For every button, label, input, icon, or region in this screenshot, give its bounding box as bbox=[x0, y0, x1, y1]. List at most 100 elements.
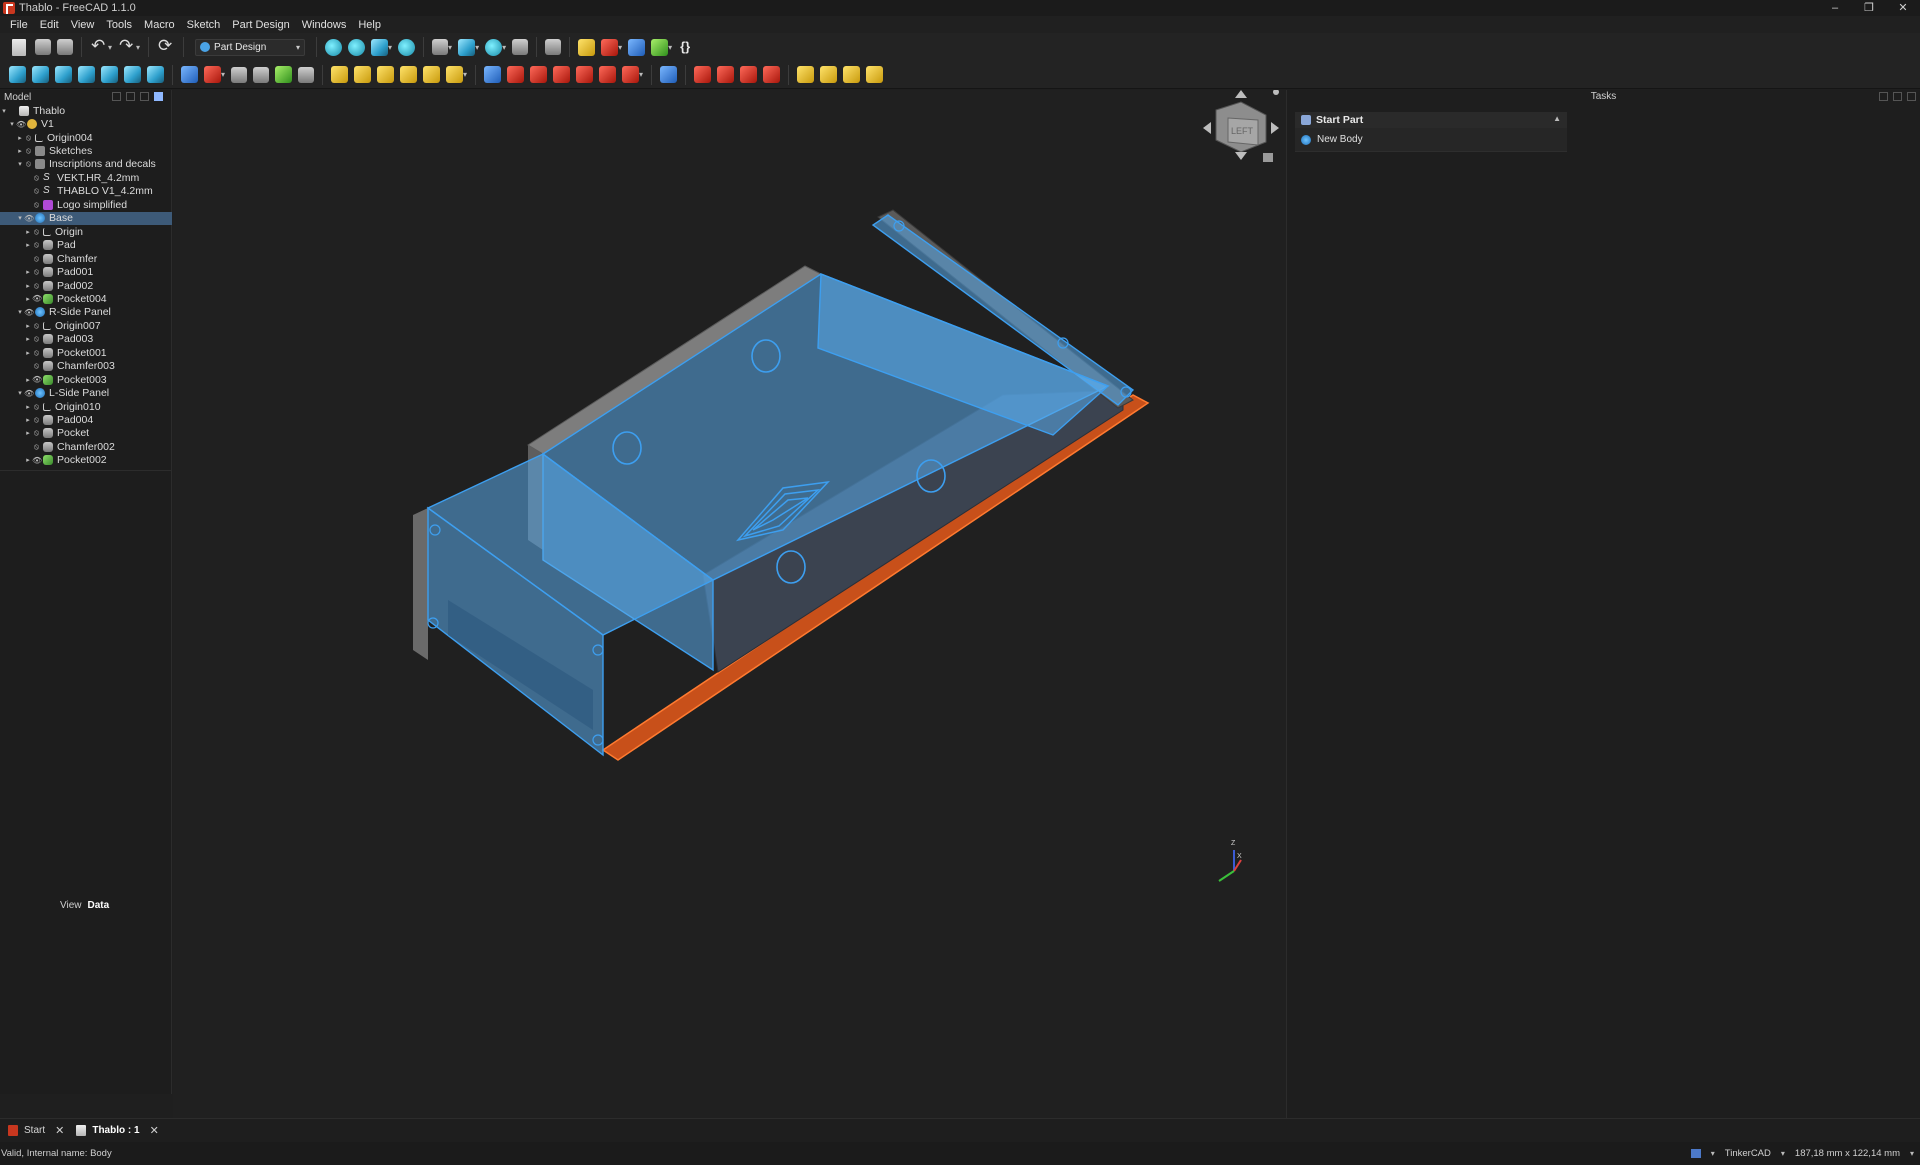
tree-item[interactable]: ⦸ Chamfer002 bbox=[0, 440, 172, 453]
linear-pattern-icon[interactable] bbox=[820, 66, 838, 83]
whats-this-icon[interactable] bbox=[545, 39, 562, 55]
panel-close-icon[interactable] bbox=[154, 92, 163, 101]
chamfer-icon[interactable] bbox=[717, 66, 735, 83]
python-console-icon[interactable] bbox=[678, 37, 696, 57]
polar-pattern-icon[interactable] bbox=[843, 66, 861, 83]
mirrored-icon[interactable] bbox=[797, 66, 815, 83]
draw-style-icon[interactable] bbox=[432, 39, 449, 55]
expand-toggle-icon[interactable]: ▸ bbox=[24, 429, 32, 437]
expand-toggle-icon[interactable]: ▸ bbox=[24, 349, 32, 357]
tree-item[interactable]: ⦸ Chamfer bbox=[0, 252, 172, 265]
navcube-menu-icon[interactable] bbox=[1273, 90, 1279, 95]
visibility-toggle-icon[interactable]: ⦸ bbox=[32, 173, 41, 183]
measure-icon[interactable] bbox=[485, 38, 503, 56]
visibility-toggle-icon[interactable]: ⦸ bbox=[32, 402, 41, 412]
create-sketch-icon[interactable] bbox=[204, 66, 221, 83]
new-body-action[interactable]: New Body bbox=[1295, 128, 1567, 152]
pocket-icon[interactable] bbox=[484, 66, 502, 83]
expand-toggle-icon[interactable]: ▸ bbox=[16, 147, 24, 155]
visibility-toggle-icon[interactable]: 👁 bbox=[32, 375, 42, 384]
expand-toggle-icon[interactable]: ▾ bbox=[8, 120, 16, 128]
pad-icon[interactable] bbox=[331, 66, 349, 83]
boolean-icon[interactable] bbox=[660, 66, 678, 83]
navcube-arrow-right-icon[interactable] bbox=[1271, 122, 1279, 134]
expand-toggle-icon[interactable]: ▸ bbox=[24, 228, 32, 236]
view-bottom-icon[interactable] bbox=[124, 66, 141, 83]
navigation-cube[interactable]: LEFT bbox=[1203, 90, 1279, 162]
tree-item[interactable]: ▾ Thablo bbox=[0, 104, 172, 117]
tab-start[interactable]: Start ✕ bbox=[2, 1120, 70, 1142]
tree-item[interactable]: ⦸ S THABLO V1_4.2mm bbox=[0, 185, 172, 198]
3d-viewport[interactable]: LEFT Z X bbox=[173, 90, 1286, 1118]
menu-view[interactable]: View bbox=[65, 19, 101, 31]
open-document-icon[interactable] bbox=[35, 39, 51, 55]
panel-close-icon[interactable] bbox=[1907, 92, 1916, 101]
tree-item[interactable]: ▸ ⦸ Origin007 bbox=[0, 319, 172, 332]
visibility-toggle-icon[interactable]: 👁 bbox=[24, 389, 34, 398]
fit-selection-icon[interactable] bbox=[348, 38, 366, 56]
visibility-toggle-icon[interactable]: ⦸ bbox=[32, 334, 41, 344]
link-icon[interactable] bbox=[651, 38, 669, 56]
expand-toggle-icon[interactable]: ▾ bbox=[16, 214, 24, 222]
panel-settings-icon[interactable] bbox=[126, 92, 135, 101]
refresh-icon[interactable] bbox=[157, 36, 175, 56]
thickness-icon[interactable] bbox=[763, 66, 781, 83]
menu-tools[interactable]: Tools bbox=[100, 19, 138, 31]
taskbox-header[interactable]: Start Part ▲ bbox=[1295, 112, 1567, 128]
menu-windows[interactable]: Windows bbox=[296, 19, 353, 31]
visibility-toggle-icon[interactable]: ⦸ bbox=[32, 348, 41, 358]
check-geometry-icon[interactable] bbox=[253, 66, 270, 83]
additive-pipe-icon[interactable] bbox=[400, 66, 418, 83]
datum-axis-icon[interactable] bbox=[601, 38, 619, 56]
create-part-icon[interactable] bbox=[578, 38, 596, 56]
panel-dock-icon[interactable] bbox=[1893, 92, 1902, 101]
tree-item[interactable]: ▸ ⦸ Origin bbox=[0, 225, 172, 238]
restore-button[interactable]: ❐ bbox=[1852, 0, 1886, 16]
visibility-toggle-icon[interactable]: ⦸ bbox=[24, 146, 33, 156]
tree-item[interactable]: ▸ 👁 Pocket003 bbox=[0, 373, 172, 386]
subtractive-helix-icon[interactable] bbox=[599, 66, 617, 83]
expand-toggle-icon[interactable]: ▾ bbox=[0, 107, 8, 115]
draw-style-dropdown-icon[interactable]: ▾ bbox=[448, 43, 452, 52]
navcube-arrow-down-icon[interactable] bbox=[1235, 152, 1247, 160]
expand-toggle-icon[interactable]: ▾ bbox=[16, 308, 24, 316]
additive-dropdown-icon[interactable]: ▾ bbox=[463, 70, 467, 79]
close-window-button[interactable]: ✕ bbox=[1886, 0, 1920, 16]
chevron-down-icon[interactable]: ▾ bbox=[1711, 1149, 1715, 1158]
expand-toggle-icon[interactable]: ▸ bbox=[24, 268, 32, 276]
view-right-icon[interactable] bbox=[78, 66, 95, 83]
link-dropdown-icon[interactable]: ▾ bbox=[668, 43, 672, 52]
view-rear-icon[interactable] bbox=[101, 66, 118, 83]
create-body-icon[interactable] bbox=[181, 66, 198, 83]
hole-icon[interactable] bbox=[507, 66, 525, 83]
subtractive-pipe-icon[interactable] bbox=[576, 66, 594, 83]
fillet-icon[interactable] bbox=[694, 66, 712, 83]
groove-icon[interactable] bbox=[530, 66, 548, 83]
expand-toggle-icon[interactable]: ▸ bbox=[24, 416, 32, 424]
visibility-toggle-icon[interactable]: ⦸ bbox=[32, 200, 41, 210]
tree-item[interactable]: ⦸ Chamfer003 bbox=[0, 360, 172, 373]
datum-dropdown-icon[interactable]: ▾ bbox=[618, 43, 622, 52]
tree-item[interactable]: ▸ 👁 Pocket004 bbox=[0, 292, 172, 305]
tree-item[interactable]: ▸ ⦸ Pad003 bbox=[0, 333, 172, 346]
menu-macro[interactable]: Macro bbox=[138, 19, 181, 31]
navigation-style[interactable]: TinkerCAD bbox=[1725, 1148, 1771, 1159]
view-front-icon[interactable] bbox=[32, 66, 49, 83]
visibility-toggle-icon[interactable]: 👁 bbox=[24, 214, 34, 223]
undo-dropdown-icon[interactable]: ▾ bbox=[108, 43, 112, 52]
tree-item[interactable]: ▸ ⦸ Pad001 bbox=[0, 265, 172, 278]
tree-item[interactable]: ▸ ⦸ Pocket bbox=[0, 427, 172, 440]
menu-sketch[interactable]: Sketch bbox=[181, 19, 227, 31]
tree-item[interactable]: ▸ ⦸ Pad bbox=[0, 239, 172, 252]
visibility-toggle-icon[interactable]: 👁 bbox=[16, 120, 26, 129]
chevron-down-icon[interactable]: ▾ bbox=[1781, 1149, 1785, 1158]
draft-icon[interactable] bbox=[740, 66, 758, 83]
visibility-toggle-icon[interactable]: ⦸ bbox=[32, 281, 41, 291]
visibility-toggle-icon[interactable]: 👁 bbox=[32, 456, 42, 465]
view-top-icon[interactable] bbox=[55, 66, 72, 83]
close-icon[interactable]: ✕ bbox=[55, 1124, 64, 1137]
close-icon[interactable]: ✕ bbox=[150, 1124, 159, 1137]
navcube-arrow-up-icon[interactable] bbox=[1235, 90, 1247, 98]
chevron-down-icon[interactable]: ▾ bbox=[1910, 1149, 1914, 1158]
view-left-icon[interactable] bbox=[147, 66, 164, 83]
